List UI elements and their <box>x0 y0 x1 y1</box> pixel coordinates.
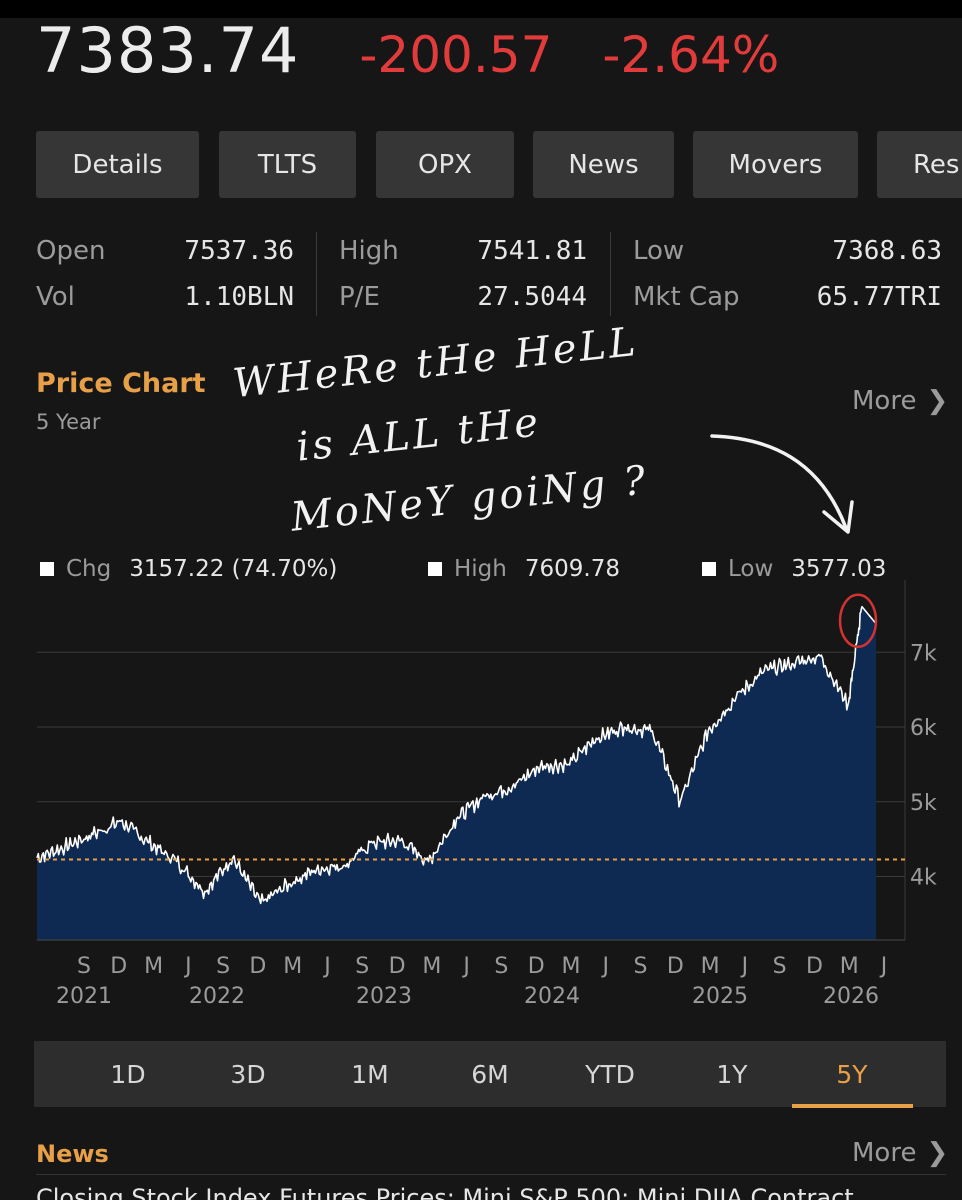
range-1d[interactable]: 1D <box>88 1041 168 1107</box>
x-month-label: D <box>667 954 684 979</box>
mktcap-label: Mkt Cap <box>633 282 740 312</box>
x-year-label: 2024 <box>524 984 580 1009</box>
x-year-label: 2021 <box>56 984 112 1009</box>
x-month-label: J <box>600 954 609 979</box>
news-divider <box>36 1174 946 1175</box>
mktcap-value: 65.77TRI <box>816 282 942 312</box>
y-tick-label: 6k <box>910 716 937 741</box>
tab-details[interactable]: Details <box>36 131 199 198</box>
annotation-line-3: MoNeY goiNg ? <box>288 457 651 541</box>
price-chart-title: Price Chart <box>36 368 206 399</box>
x-month-label: S <box>773 954 787 979</box>
range-ytd[interactable]: YTD <box>570 1041 650 1107</box>
stats-divider <box>316 232 317 316</box>
x-month-label: D <box>110 954 127 979</box>
price-change-percent: -2.64% <box>602 26 780 84</box>
range-5y[interactable]: 5Y <box>812 1041 892 1107</box>
tab-res[interactable]: Res <box>877 131 962 198</box>
x-month-label: M <box>840 954 859 979</box>
x-month-label: J <box>879 954 888 979</box>
range-6m[interactable]: 6M <box>450 1041 530 1107</box>
x-month-label: D <box>528 954 545 979</box>
range-selector: 1D 3D 1M 6M YTD 1Y 5Y <box>34 1041 946 1108</box>
high-value: 7541.81 <box>477 236 587 266</box>
low-value: 7368.63 <box>832 236 942 266</box>
x-month-label: J <box>322 954 331 979</box>
x-month-label: M <box>422 954 441 979</box>
price-area <box>37 606 876 940</box>
vol-value: 1.10BLN <box>184 282 294 312</box>
x-month-label: D <box>389 954 406 979</box>
legend-square-icon <box>702 562 716 576</box>
legend-chg-label: Chg <box>66 556 112 582</box>
chevron-right-icon: ❯ <box>926 1138 949 1168</box>
x-month-label: D <box>249 954 266 979</box>
low-label: Low <box>633 236 685 266</box>
last-price: 7383.74 <box>36 14 300 87</box>
legend-low: Low 3577.03 <box>702 556 886 582</box>
x-month-label: M <box>561 954 580 979</box>
annotation-arrow-icon <box>710 434 854 534</box>
annotation-line-2: is ALL tHe <box>294 399 544 471</box>
y-tick-label: 5k <box>910 791 937 816</box>
annotation-line-1: WHeRe tHe HeLL <box>230 318 641 408</box>
x-month-label: J <box>461 954 470 979</box>
stats-grid: Open 7537.36 High 7541.81 Low 7368.63 Vo… <box>36 232 942 318</box>
x-month-label: M <box>283 954 302 979</box>
high-label: High <box>339 236 399 266</box>
quote-header: 7383.74 -200.57 -2.64% <box>36 14 780 87</box>
x-year-label: 2022 <box>189 984 245 1009</box>
news-section-title: News <box>36 1140 109 1168</box>
x-month-label: S <box>216 954 230 979</box>
price-chart-subtitle: 5 Year <box>36 410 101 434</box>
news-more-link[interactable]: More ❯ <box>852 1138 948 1168</box>
tab-tlts[interactable]: TLTS <box>219 131 356 198</box>
legend-high-label: High <box>454 556 507 582</box>
x-month-label: S <box>77 954 91 979</box>
x-month-label: J <box>183 954 192 979</box>
tab-movers[interactable]: Movers <box>693 131 858 198</box>
x-month-label: S <box>634 954 648 979</box>
tab-opx[interactable]: OPX <box>376 131 514 198</box>
news-headline[interactable]: Closing Stock Index Futures Prices: Mini… <box>36 1184 956 1200</box>
x-year-label: 2023 <box>356 984 412 1009</box>
chevron-right-icon: ❯ <box>926 386 949 416</box>
range-1y[interactable]: 1Y <box>692 1041 772 1107</box>
open-label: Open <box>36 236 106 266</box>
legend-high: High 7609.78 <box>428 556 620 582</box>
more-label: More <box>852 386 917 416</box>
x-month-label: J <box>740 954 749 979</box>
legend-chg-value: 3157.22 (74.70%) <box>129 556 338 582</box>
x-year-label: 2026 <box>823 984 879 1009</box>
legend-high-value: 7609.78 <box>524 556 620 582</box>
y-tick-label: 7k <box>910 641 937 666</box>
range-1m[interactable]: 1M <box>330 1041 410 1107</box>
price-chart-more-link[interactable]: More ❯ <box>852 386 948 416</box>
legend-square-icon <box>40 562 54 576</box>
legend-square-icon <box>428 562 442 576</box>
x-month-label: S <box>494 954 508 979</box>
range-3d[interactable]: 3D <box>208 1041 288 1107</box>
legend-chg: Chg 3157.22 (74.70%) <box>40 556 337 582</box>
active-range-indicator <box>792 1104 913 1108</box>
vol-label: Vol <box>36 282 75 312</box>
pe-label: P/E <box>339 282 380 312</box>
x-year-label: 2025 <box>692 984 748 1009</box>
legend-low-value: 3577.03 <box>791 556 887 582</box>
x-month-label: M <box>144 954 163 979</box>
open-value: 7537.36 <box>184 236 294 266</box>
price-change: -200.57 <box>359 26 553 84</box>
more-label: More <box>852 1138 917 1168</box>
tab-bar: Details TLTS OPX News Movers Res <box>0 131 962 198</box>
x-month-label: M <box>701 954 720 979</box>
y-tick-label: 4k <box>910 865 937 890</box>
legend-low-label: Low <box>728 556 774 582</box>
pe-value: 27.5044 <box>477 282 587 312</box>
x-month-label: S <box>355 954 369 979</box>
stats-divider <box>610 232 611 316</box>
tab-news[interactable]: News <box>533 131 674 198</box>
x-month-label: D <box>806 954 823 979</box>
price-chart[interactable]: 4k5k6k7kS D M J S D M J S D M J S D M J S D M J S D M J2021 2022… <box>0 580 962 1010</box>
